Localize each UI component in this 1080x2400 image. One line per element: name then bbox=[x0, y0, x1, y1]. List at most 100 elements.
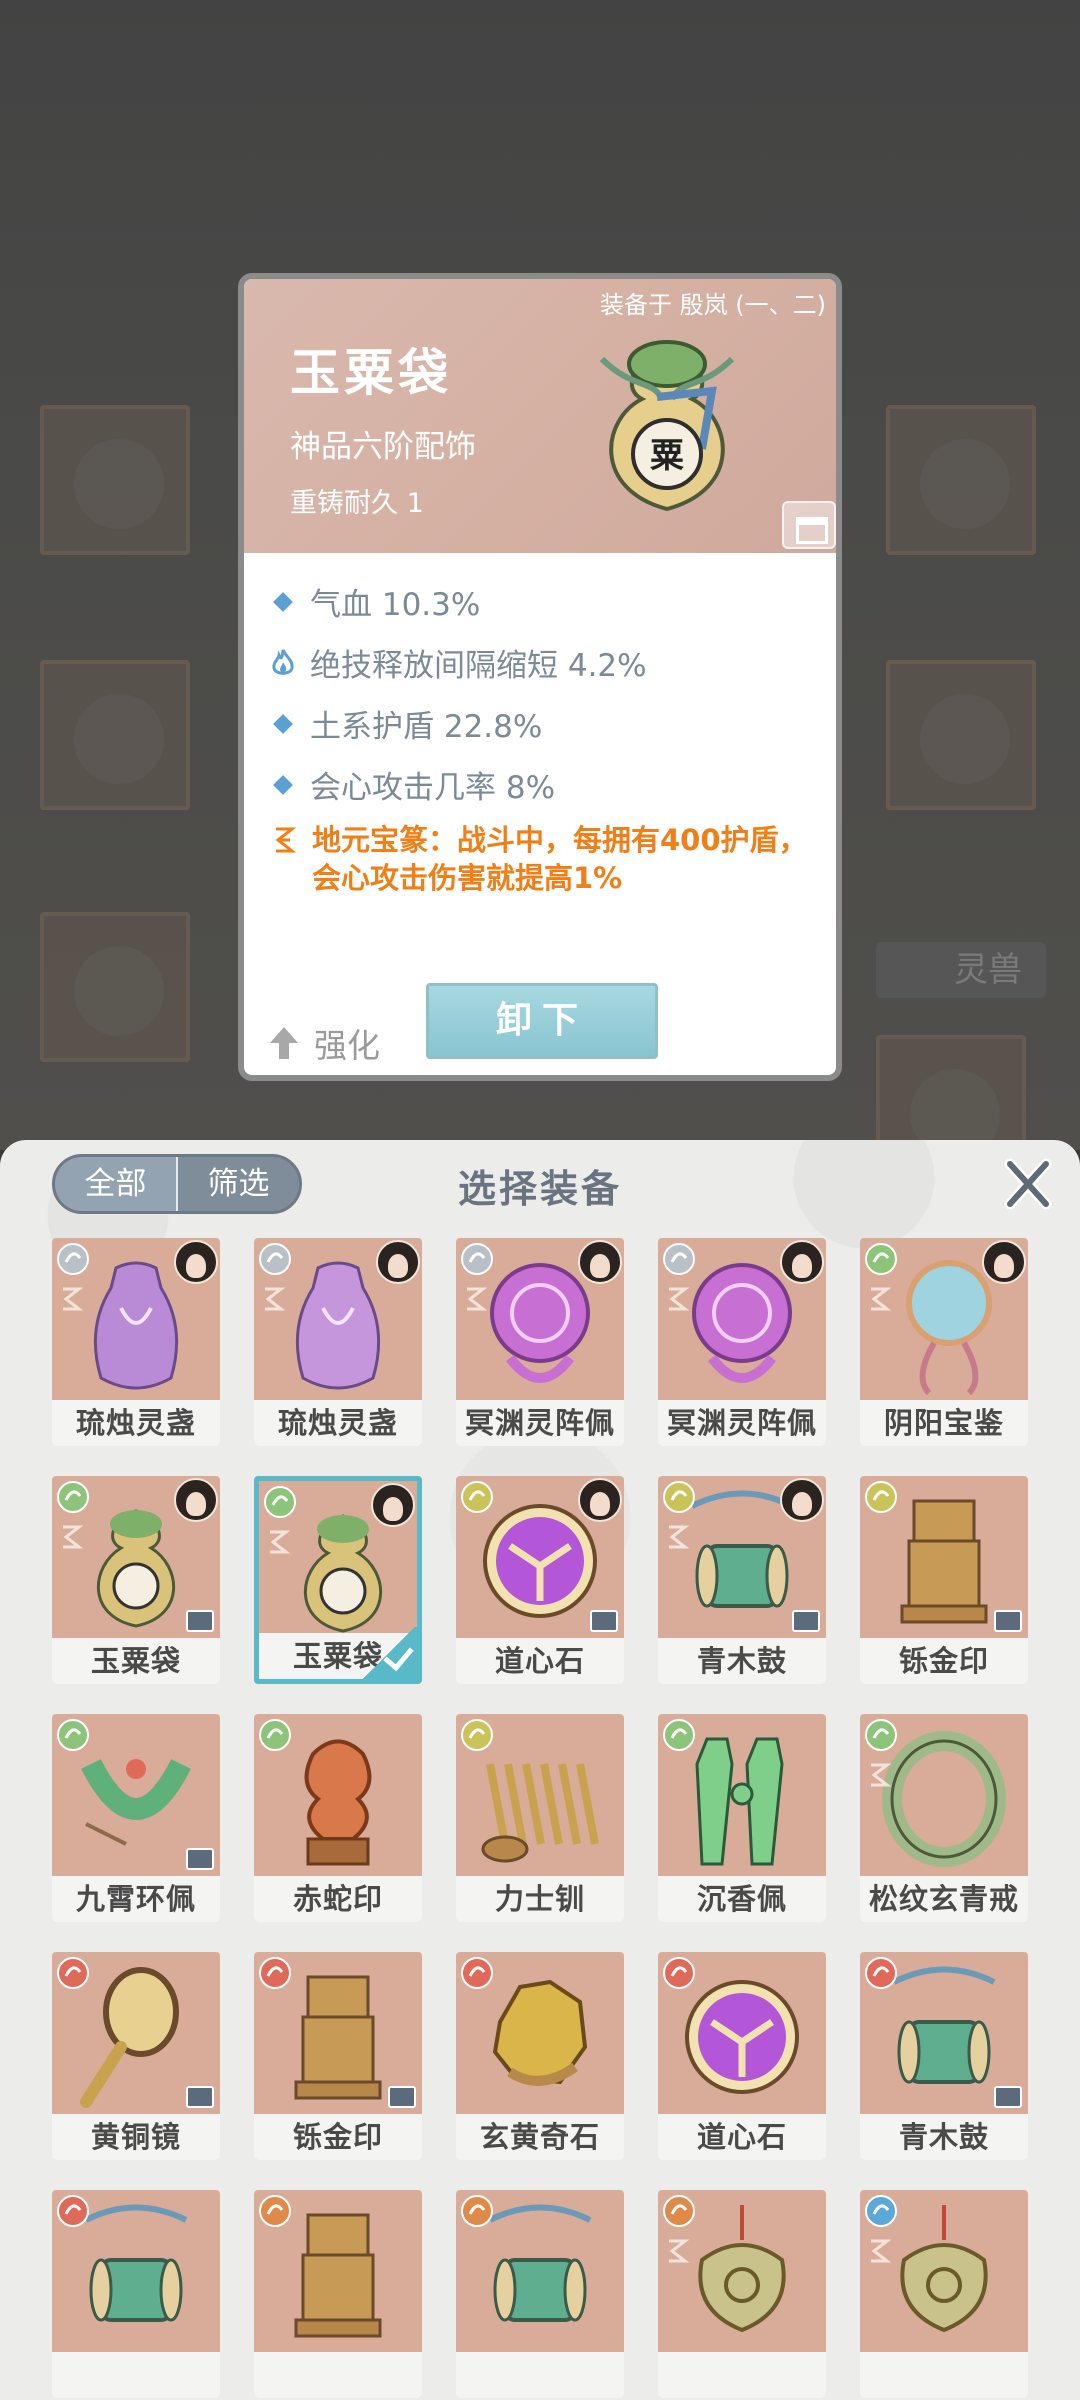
equipment-name: 阴阳宝鉴 bbox=[860, 1400, 1028, 1446]
element-icon bbox=[57, 1957, 89, 1989]
enhance-button[interactable]: 强化 bbox=[268, 1019, 380, 1067]
equipment-select-panel: 全部 筛选 选择装备 琉烛灵盏 琉烛灵盏 冥渊灵阵佩 冥渊灵阵佩 阴阳宝鉴 玉粟袋 玉粟袋道… bbox=[0, 1140, 1080, 2400]
stat-text: 气血 10.3% bbox=[310, 587, 481, 623]
item-stats-list: 气血 10.3% 绝技释放间隔缩短 4.2% 土系护盾 22.8% 会心攻击几率… bbox=[270, 571, 830, 897]
item-detail-header: 装备于 殷岚 (一、二) 玉粟袋 神品六阶配饰 重铸耐久 1 粟 bbox=[244, 279, 836, 553]
rune-icon bbox=[63, 1287, 84, 1311]
equipment-name: 铄金印 bbox=[860, 1638, 1028, 1684]
equipment-card[interactable]: 青木鼓 bbox=[658, 1476, 826, 1684]
element-icon bbox=[259, 1243, 291, 1275]
lock-badge-icon bbox=[186, 1610, 214, 1632]
equipment-card[interactable]: 青木鼓 bbox=[860, 1952, 1028, 2160]
equipment-card[interactable] bbox=[860, 2190, 1028, 2398]
rune-icon bbox=[467, 1287, 488, 1311]
item-detail-popup: 装备于 殷岚 (一、二) 玉粟袋 神品六阶配饰 重铸耐久 1 粟 气血 10.3… bbox=[238, 273, 842, 1081]
unequip-button[interactable]: 卸下 bbox=[426, 983, 658, 1059]
rune-icon bbox=[270, 1530, 291, 1554]
element-icon bbox=[663, 1243, 695, 1275]
close-icon[interactable] bbox=[1000, 1156, 1056, 1212]
item-name: 玉粟袋 bbox=[290, 343, 452, 402]
stat-text: 绝技释放间隔缩短 4.2% bbox=[310, 648, 647, 684]
lock-badge-icon bbox=[994, 1610, 1022, 1632]
rune-icon bbox=[265, 1287, 286, 1311]
element-icon bbox=[57, 1481, 89, 1513]
equipment-card[interactable]: 道心石 bbox=[658, 1952, 826, 2160]
item-durability: 重铸耐久 1 bbox=[290, 488, 424, 519]
stat-text: 土系护盾 22.8% bbox=[310, 709, 543, 745]
bg-equipment-slot bbox=[40, 405, 190, 555]
element-icon bbox=[865, 1957, 897, 1989]
owner-portrait-avatar bbox=[376, 1240, 420, 1284]
equipment-name bbox=[456, 2352, 624, 2398]
equipment-card[interactable]: 琉烛灵盏 bbox=[254, 1238, 422, 1446]
jade-grain-bag-icon: 粟 bbox=[599, 340, 735, 512]
element-icon bbox=[865, 2195, 897, 2227]
equipment-card[interactable]: 阴阳宝鉴 bbox=[860, 1238, 1028, 1446]
equipped-by-label: 装备于 殷岚 (一、二) bbox=[600, 291, 826, 319]
up-arrow-icon bbox=[270, 1027, 298, 1059]
special-effect: 地元宝篆：战斗中，每拥有400护盾，会心攻击伤害就提高1% bbox=[270, 821, 830, 897]
equipment-card[interactable]: 黄铜镜 bbox=[52, 1952, 220, 2160]
lock-badge-icon bbox=[792, 1610, 820, 1632]
equipment-name: 玉粟袋 bbox=[52, 1638, 220, 1684]
equipment-name: 道心石 bbox=[658, 2114, 826, 2160]
element-icon bbox=[259, 2195, 291, 2227]
equipment-name: 青木鼓 bbox=[658, 1638, 826, 1684]
equipment-card[interactable]: 玄黄奇石 bbox=[456, 1952, 624, 2160]
element-icon bbox=[259, 1957, 291, 1989]
equipment-card[interactable]: 冥渊灵阵佩 bbox=[658, 1238, 826, 1446]
equipment-name bbox=[52, 2352, 220, 2398]
equipment-card[interactable]: 沉香佩 bbox=[658, 1714, 826, 1922]
element-icon bbox=[57, 1719, 89, 1751]
equipment-name bbox=[658, 2352, 826, 2398]
element-icon bbox=[461, 1719, 493, 1751]
equipment-card[interactable]: 玉粟袋 bbox=[52, 1476, 220, 1684]
equipment-card[interactable] bbox=[52, 2190, 220, 2398]
equipment-card[interactable]: 道心石 bbox=[456, 1476, 624, 1684]
equipment-card[interactable]: 铄金印 bbox=[860, 1476, 1028, 1684]
enhance-label: 强化 bbox=[314, 1026, 380, 1065]
element-icon bbox=[865, 1243, 897, 1275]
equipment-card[interactable] bbox=[456, 2190, 624, 2398]
equipment-name: 玄黄奇石 bbox=[456, 2114, 624, 2160]
bag-glyph: 粟 bbox=[650, 436, 684, 476]
equipment-card[interactable]: 铄金印 bbox=[254, 1952, 422, 2160]
equipment-card[interactable] bbox=[658, 2190, 826, 2398]
equipment-name: 沉香佩 bbox=[658, 1876, 826, 1922]
stat-row: 会心攻击几率 8% bbox=[270, 754, 830, 815]
equipment-name: 黄铜镜 bbox=[52, 2114, 220, 2160]
bg-equipment-slot bbox=[886, 405, 1036, 555]
equipment-name: 冥渊灵阵佩 bbox=[456, 1400, 624, 1446]
diamond-icon bbox=[273, 713, 293, 734]
stat-row: 绝技释放间隔缩短 4.2% bbox=[270, 632, 830, 693]
equipment-name: 道心石 bbox=[456, 1638, 624, 1684]
stat-text: 会心攻击几率 8% bbox=[310, 770, 556, 806]
equipment-card[interactable] bbox=[254, 2190, 422, 2398]
element-icon bbox=[461, 1957, 493, 1989]
owner-portrait-avatar bbox=[174, 1240, 218, 1284]
lock-badge-icon bbox=[994, 2086, 1022, 2108]
element-icon bbox=[461, 1481, 493, 1513]
equipment-card[interactable]: 冥渊灵阵佩 bbox=[456, 1238, 624, 1446]
stat-row: 土系护盾 22.8% bbox=[270, 693, 830, 754]
diamond-icon bbox=[273, 591, 293, 612]
rune-icon bbox=[871, 1763, 892, 1787]
lock-badge-icon bbox=[186, 2086, 214, 2108]
equipment-card[interactable]: 赤蛇印 bbox=[254, 1714, 422, 1922]
equipment-card[interactable]: 琉烛灵盏 bbox=[52, 1238, 220, 1446]
checkmark-icon bbox=[361, 1627, 417, 1679]
equipment-card[interactable]: 松纹玄青戒 bbox=[860, 1714, 1028, 1922]
flame-icon bbox=[272, 648, 294, 675]
special-effect-text: 地元宝篆：战斗中，每拥有400护盾，会心攻击伤害就提高1% bbox=[312, 823, 808, 895]
equipment-card[interactable]: 玉粟袋 bbox=[254, 1476, 422, 1684]
lock-badge-icon bbox=[590, 1610, 618, 1632]
owner-portrait-avatar bbox=[578, 1240, 622, 1284]
owner-portrait-avatar bbox=[780, 1240, 824, 1284]
equipment-card[interactable]: 九霄环佩 bbox=[52, 1714, 220, 1922]
equipment-name: 松纹玄青戒 bbox=[860, 1876, 1028, 1922]
lock-badge-icon bbox=[186, 1848, 214, 1870]
lock-icon[interactable] bbox=[782, 501, 836, 549]
owner-portrait-avatar bbox=[371, 1483, 415, 1527]
equipment-name: 赤蛇印 bbox=[254, 1876, 422, 1922]
equipment-card[interactable]: 力士钏 bbox=[456, 1714, 624, 1922]
